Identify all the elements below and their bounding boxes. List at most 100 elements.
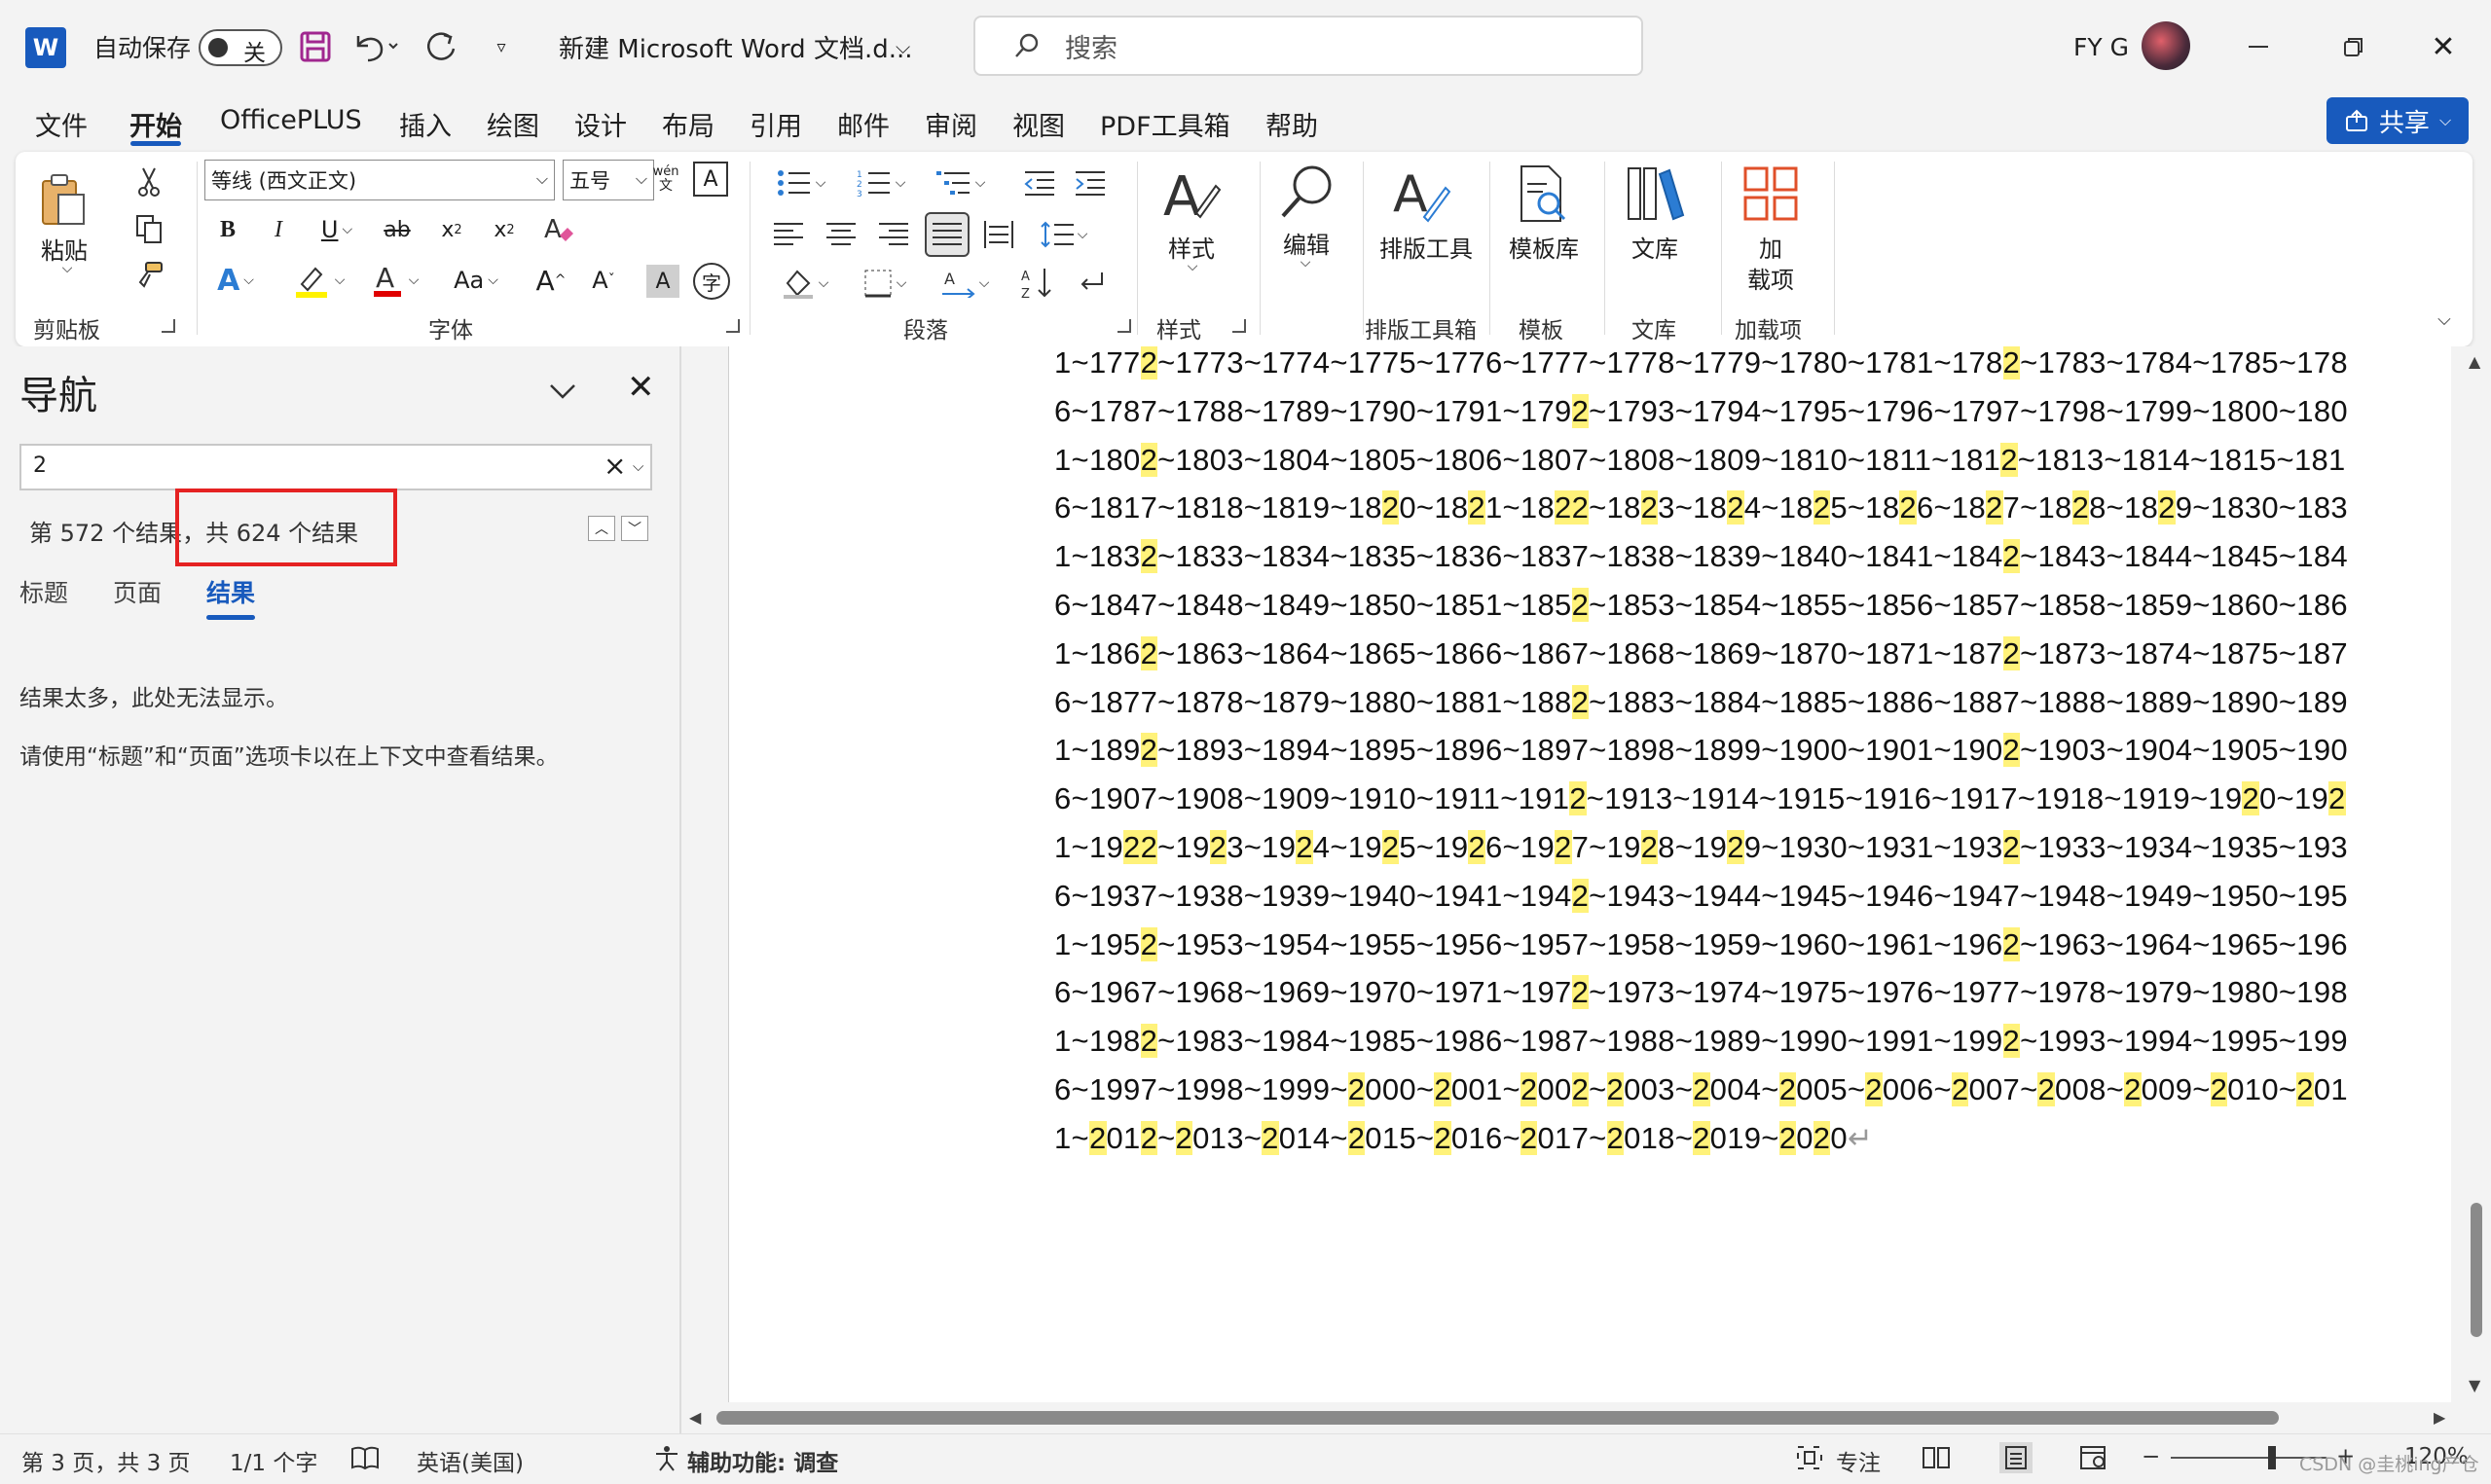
navigation-search-input[interactable]: 2 × ⌵ [19, 444, 652, 490]
shrink-font-icon[interactable]: Aˇ [584, 261, 623, 300]
template-library-label[interactable]: 模板库 [1505, 230, 1583, 264]
shading-icon[interactable]: ⌵ [771, 265, 839, 302]
user-name[interactable]: FY G [2073, 21, 2129, 72]
tab-results[interactable]: 结果 [206, 574, 255, 609]
print-layout-icon[interactable] [1999, 1442, 2033, 1473]
bold-icon[interactable]: B [210, 212, 245, 247]
tab-officeplus[interactable]: OfficePLUS [220, 105, 362, 135]
paragraph-launcher-icon[interactable] [1117, 319, 1131, 333]
avatar[interactable] [2142, 21, 2190, 70]
read-mode-icon[interactable] [1920, 1442, 1953, 1473]
copy-icon[interactable] [132, 212, 165, 245]
focus-icon[interactable] [1793, 1442, 1826, 1473]
layout-tools-label[interactable]: 排版工具 [1373, 230, 1480, 264]
chevron-down-icon[interactable]: ⌵ [1291, 253, 1320, 272]
grow-font-icon[interactable]: A ^ [531, 261, 570, 300]
tab-design[interactable]: 设计 [574, 105, 627, 143]
tab-insert[interactable]: 插入 [399, 105, 452, 143]
numbering-icon[interactable]: 1 2 3 ⌵ [847, 165, 915, 200]
redo-icon[interactable] [422, 21, 461, 72]
document-body-text[interactable]: 1~1772~1773~1774~1775~1776~1777~1778~177… [1054, 346, 2349, 1163]
clear-formatting-icon[interactable]: A [539, 212, 578, 247]
chevron-down-icon[interactable]: ⌵ [53, 259, 82, 278]
styles-icon[interactable]: A [1160, 163, 1223, 228]
align-center-icon[interactable] [822, 216, 861, 253]
find-icon[interactable] [1275, 162, 1337, 224]
minimize-icon[interactable] [2239, 21, 2278, 72]
chevron-down-icon[interactable]: ⌵ [896, 21, 910, 72]
align-left-icon[interactable] [769, 216, 808, 253]
font-color-icon[interactable]: A ⌵ [360, 261, 428, 300]
tab-file[interactable]: 文件 [35, 105, 88, 143]
tab-headings[interactable]: 标题 [19, 574, 68, 609]
library-icon[interactable] [1622, 163, 1690, 226]
addins-label-line1[interactable]: 加 [1735, 230, 1807, 264]
show-formatting-marks-icon[interactable] [1071, 265, 1110, 302]
accessibility-icon[interactable] [650, 1442, 683, 1473]
template-library-icon[interactable] [1511, 163, 1573, 226]
tab-draw[interactable]: 绘图 [487, 105, 539, 143]
font-launcher-icon[interactable] [726, 319, 740, 333]
font-size-select[interactable]: 五号 ⌵ [563, 160, 654, 200]
phonetic-guide-icon[interactable]: wén 文 [646, 158, 685, 200]
tab-pdf-toolbox[interactable]: PDF工具箱 [1100, 105, 1230, 143]
line-spacing-icon[interactable]: ⌵ [1030, 216, 1098, 253]
strikethrough-icon[interactable]: ab [378, 212, 417, 247]
addins-icon[interactable] [1740, 163, 1801, 224]
scrollbar-thumb[interactable] [2471, 1203, 2482, 1337]
tab-view[interactable]: 视图 [1012, 105, 1065, 143]
tab-layout[interactable]: 布局 [662, 105, 714, 143]
tab-references[interactable]: 引用 [750, 105, 802, 143]
scrollbar-thumb[interactable] [716, 1411, 2279, 1425]
undo-icon[interactable] [350, 21, 399, 72]
scroll-down-icon[interactable]: ▼ [2469, 1376, 2480, 1394]
autosave-toggle[interactable]: 关 [199, 29, 282, 66]
zoom-slider-thumb[interactable] [2268, 1446, 2276, 1469]
next-result-button[interactable]: ﹀ [621, 516, 648, 541]
distributed-icon[interactable] [979, 216, 1018, 253]
tab-mailings[interactable]: 邮件 [837, 105, 890, 143]
chevron-down-icon[interactable] [545, 374, 580, 409]
tab-help[interactable]: 帮助 [1265, 105, 1318, 143]
search-input[interactable]: 搜索 [973, 16, 1643, 76]
vertical-scrollbar[interactable]: ▲ ▼ [2463, 346, 2491, 1402]
accessibility-status[interactable]: 辅助功能: 调查 [687, 1444, 838, 1477]
borders-icon[interactable]: ⌵ [851, 265, 919, 302]
decrease-indent-icon[interactable] [1020, 165, 1059, 200]
clear-search-icon[interactable]: × [604, 450, 626, 482]
subscript-icon[interactable]: x2 [434, 212, 469, 247]
font-name-select[interactable]: 等线 (西文正文) ⌵ [204, 160, 555, 200]
format-painter-icon[interactable] [132, 259, 165, 292]
change-case-icon[interactable]: Aa ⌵ [444, 261, 508, 300]
tab-pages[interactable]: 页面 [113, 574, 162, 609]
close-icon[interactable]: ✕ [627, 368, 655, 407]
customize-toolbar-icon[interactable]: ▿ [487, 21, 516, 72]
text-direction-icon[interactable]: A ⌵ [931, 265, 999, 302]
horizontal-scrollbar[interactable]: ◀ ▶ [681, 1402, 2463, 1433]
layout-tools-icon[interactable]: A [1390, 163, 1452, 226]
superscript-icon[interactable]: x2 [487, 212, 522, 247]
highlight-color-icon[interactable]: ⌵ [284, 261, 352, 300]
language[interactable]: 英语(美国) [417, 1444, 524, 1477]
scroll-left-icon[interactable]: ◀ [689, 1408, 701, 1427]
text-effects-icon[interactable]: A ⌵ [206, 261, 265, 300]
library-label[interactable]: 文库 [1618, 230, 1692, 264]
bullets-icon[interactable]: ⌵ [767, 165, 835, 200]
share-button[interactable]: 共享 ⌵ [2326, 97, 2469, 144]
restore-icon[interactable] [2334, 21, 2373, 72]
tab-review[interactable]: 审阅 [925, 105, 977, 143]
italic-icon[interactable]: I [261, 212, 296, 247]
ribbon-collapse-chevron-icon[interactable]: ⌵ [2430, 308, 2459, 331]
enclose-characters-icon[interactable]: 字 [693, 263, 730, 300]
chevron-down-icon[interactable]: ⌵ [633, 457, 643, 475]
scroll-up-icon[interactable]: ▲ [2469, 352, 2480, 371]
proofing-book-icon[interactable] [348, 1442, 382, 1473]
sort-icon[interactable]: AZ [1018, 265, 1057, 302]
cut-icon[interactable] [132, 165, 165, 199]
previous-result-button[interactable]: ︿ [588, 516, 615, 541]
styles-launcher-icon[interactable] [1232, 319, 1246, 333]
zoom-out-icon[interactable]: − [2142, 1444, 2160, 1469]
multilevel-list-icon[interactable]: ⌵ [927, 165, 995, 200]
scroll-right-icon[interactable]: ▶ [2434, 1408, 2445, 1427]
focus-label[interactable]: 专注 [1836, 1444, 1881, 1477]
